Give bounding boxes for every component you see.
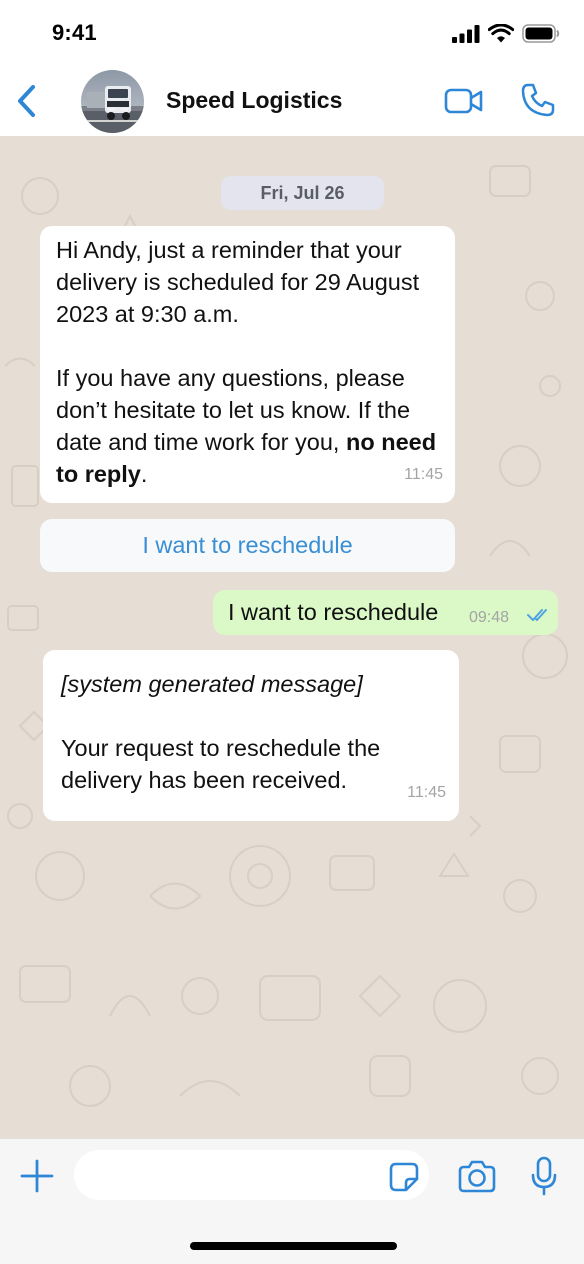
camera-button[interactable] — [458, 1159, 496, 1193]
microphone-icon — [531, 1156, 557, 1196]
attach-button[interactable] — [18, 1157, 56, 1195]
message-paragraph: Hi Andy, just a reminder that your deliv… — [56, 237, 420, 327]
voice-message-button[interactable] — [531, 1156, 557, 1196]
cellular-signal-icon — [452, 24, 480, 43]
phone-call-icon — [521, 83, 555, 117]
chat-area[interactable]: Fri, Jul 26 Hi Andy, just a reminder tha… — [0, 136, 584, 1138]
incoming-message-reminder[interactable]: Hi Andy, just a reminder that your deliv… — [40, 226, 455, 503]
message-paragraph: Your request to reschedule the delivery … — [61, 735, 381, 793]
voice-call-button[interactable] — [520, 82, 556, 118]
read-receipt-icon — [527, 609, 547, 621]
status-time: 9:41 — [52, 20, 97, 45]
message-paragraph: If you have any questions, please don’t … — [56, 362, 439, 490]
incoming-message-system[interactable]: [system generated message] Your request … — [43, 650, 459, 821]
chat-header: Speed Logistics — [0, 66, 584, 136]
message-timestamp: 11:45 — [404, 466, 443, 483]
date-separator: Fri, Jul 26 — [221, 176, 384, 210]
message-text: I want to reschedule — [228, 599, 439, 625]
video-call-button[interactable] — [444, 86, 484, 116]
back-button[interactable] — [10, 80, 42, 122]
status-icons — [452, 24, 560, 43]
home-indicator[interactable] — [190, 1242, 397, 1250]
truck-avatar-image — [81, 70, 144, 133]
sticker-icon — [389, 1162, 419, 1192]
message-text: . — [140, 461, 148, 487]
quick-reply-button[interactable]: I want to reschedule — [40, 519, 455, 572]
system-message-label: [system generated message] — [61, 671, 363, 697]
wifi-icon — [488, 24, 514, 43]
plus-icon — [20, 1159, 54, 1193]
battery-icon — [522, 24, 560, 43]
avatar[interactable] — [81, 70, 144, 133]
message-timestamp: 11:45 — [407, 784, 446, 801]
input-bar — [0, 1138, 584, 1264]
status-bar: 9:41 — [0, 0, 584, 66]
back-chevron-icon — [18, 85, 35, 117]
camera-icon — [458, 1160, 496, 1193]
message-timestamp: 09:48 — [469, 609, 510, 626]
message-input[interactable] — [74, 1150, 429, 1200]
outgoing-message[interactable]: I want to reschedule 09:48 — [213, 590, 558, 635]
contact-name[interactable]: Speed Logistics — [166, 87, 342, 114]
sticker-button[interactable] — [388, 1161, 420, 1193]
video-call-icon — [444, 88, 483, 114]
